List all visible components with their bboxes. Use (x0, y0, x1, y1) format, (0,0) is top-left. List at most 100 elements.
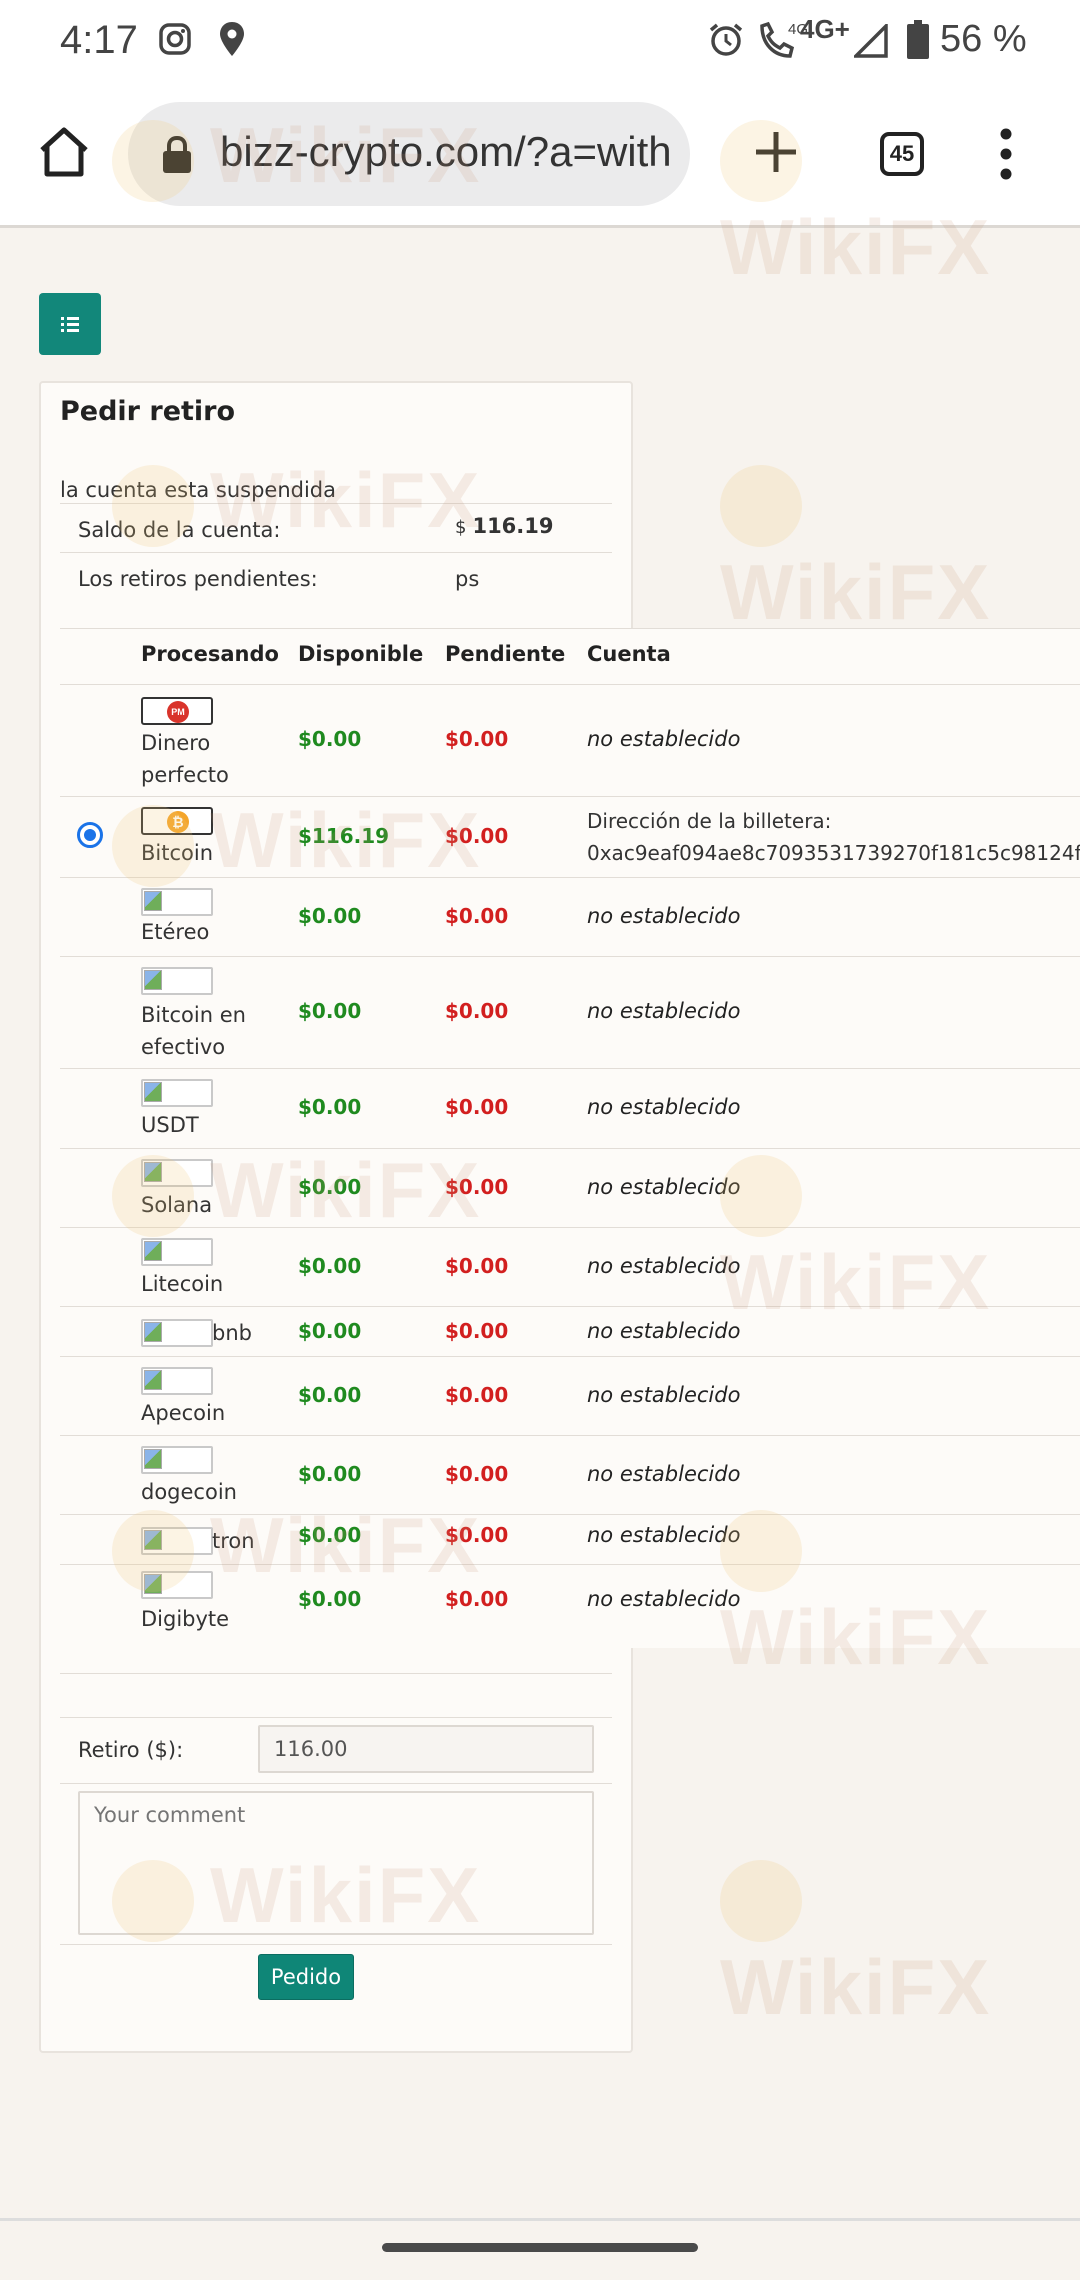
withdraw-amount-input[interactable] (258, 1725, 594, 1773)
method-name: tron (212, 1529, 255, 1553)
home-icon[interactable] (38, 126, 90, 178)
method-account: no establecido (587, 904, 741, 928)
column-header-pending: Pendiente (445, 642, 566, 666)
table-row[interactable]: Bitcoin en efectivo $0.00 $0.00 no estab… (60, 956, 1080, 1068)
method-pending: $0.00 (445, 1319, 509, 1343)
method-pending: $0.00 (445, 727, 509, 751)
bnb-logo-broken (141, 1319, 213, 1347)
method-available: $0.00 (298, 1523, 362, 1547)
bitcoin-cash-logo-broken (141, 967, 213, 995)
table-row[interactable]: Etéreo $0.00 $0.00 no establecido (60, 877, 1080, 956)
signal-icon (854, 24, 888, 58)
method-available: $0.00 (298, 1462, 362, 1486)
table-row[interactable]: Solana $0.00 $0.00 no establecido (60, 1148, 1080, 1227)
battery-icon (907, 20, 929, 59)
instagram-icon (159, 23, 191, 55)
lock-icon (163, 136, 191, 173)
method-account: no establecido (587, 727, 741, 751)
comment-textarea[interactable] (78, 1791, 594, 1935)
divider (60, 552, 612, 553)
column-header-account: Cuenta (587, 642, 671, 666)
method-name: Etéreo (141, 920, 210, 944)
perfect-money-icon: PM (167, 701, 189, 723)
withdraw-amount-label: Retiro ($): (78, 1738, 184, 1762)
perfect-money-logo: PM (141, 697, 213, 725)
usdt-logo-broken (141, 1079, 213, 1107)
table-row[interactable]: ₿ Bitcoin $116.19 $0.00 Dirección de la … (60, 796, 1080, 877)
wikifx-logo-icon (720, 465, 802, 548)
method-pending: $0.00 (445, 999, 509, 1023)
pending-withdrawals-value: ps (455, 567, 480, 591)
method-available: $0.00 (298, 1587, 362, 1611)
balance-label: Saldo de la cuenta: (78, 518, 281, 542)
wallet-address: 0xac9eaf094ae8c7093531739270f181c5c98124… (587, 841, 1080, 865)
solana-logo-broken (141, 1159, 213, 1187)
alarm-icon (709, 23, 743, 56)
wikifx-logo-icon (720, 1860, 802, 1943)
table-row[interactable]: dogecoin $0.00 $0.00 no establecido (60, 1435, 1080, 1514)
method-name: bnb (212, 1321, 252, 1345)
submit-withdraw-button[interactable]: Pedido (258, 1954, 354, 2000)
method-available: $0.00 (298, 1319, 362, 1343)
method-available: $0.00 (298, 1254, 362, 1278)
table-row[interactable]: bnb $0.00 $0.00 no establecido (60, 1306, 1080, 1356)
wallet-address-label: Dirección de la billetera: (587, 809, 832, 833)
address-bar[interactable]: bizz-crypto.com/?a=withdraw (128, 102, 690, 206)
method-name: Solana (141, 1193, 213, 1217)
gesture-handle[interactable] (382, 2243, 698, 2252)
table-row[interactable]: Litecoin $0.00 $0.00 no establecido (60, 1227, 1080, 1306)
watermark-text: WikiFX (720, 1943, 992, 2032)
battery-percent: 56 % (940, 18, 1027, 60)
method-available: $0.00 (298, 1175, 362, 1199)
balance-amount: 116.19 (472, 514, 554, 538)
status-bar: 4:17 4G 4G+ 56 % (0, 0, 1080, 82)
method-pending: $0.00 (445, 824, 509, 848)
method-account: no establecido (587, 1383, 741, 1407)
list-icon (61, 317, 79, 332)
method-account: no establecido (587, 1319, 741, 1343)
plus-icon[interactable] (752, 128, 800, 176)
divider (60, 628, 1080, 629)
balance-currency: $ (455, 517, 467, 538)
method-account: no establecido (587, 1587, 741, 1611)
tron-logo-broken (141, 1527, 213, 1555)
table-row[interactable]: PM Dinero perfecto $0.00 $0.00 no establ… (60, 684, 1080, 796)
watermark-text: WikiFX (720, 548, 992, 637)
table-row[interactable]: Digibyte $0.00 $0.00 no establecido (60, 1564, 1080, 1646)
method-account: no establecido (587, 1523, 741, 1547)
bottom-divider (0, 2218, 1080, 2221)
method-name: Bitcoin en efectivo (141, 1003, 246, 1059)
table-row[interactable]: Apecoin $0.00 $0.00 no establecido (60, 1356, 1080, 1435)
ethereum-logo-broken (141, 888, 213, 916)
method-available: $0.00 (298, 1095, 362, 1119)
method-account: no establecido (587, 1462, 741, 1486)
digibyte-logo-broken (141, 1571, 213, 1599)
divider (60, 1783, 612, 1784)
method-name: Digibyte (141, 1607, 230, 1631)
watermark: WikiFX (720, 455, 1080, 638)
account-suspended-notice: la cuenta esta suspendida (60, 478, 336, 502)
method-pending: $0.00 (445, 1383, 509, 1407)
table-row[interactable]: USDT $0.00 $0.00 no establecido (60, 1068, 1080, 1148)
method-account: no establecido (587, 999, 741, 1023)
litecoin-logo-broken (141, 1238, 213, 1266)
balance-value: $116.19 (455, 514, 554, 538)
method-pending: $0.00 (445, 1095, 509, 1119)
method-name: Apecoin (141, 1401, 226, 1425)
method-name: dogecoin (141, 1480, 237, 1504)
more-vert-icon[interactable] (996, 126, 1016, 182)
divider (60, 1673, 612, 1674)
method-name: USDT (141, 1113, 199, 1137)
pending-withdrawals-label: Los retiros pendientes: (78, 567, 318, 591)
method-account: no establecido (587, 1254, 741, 1278)
tabs-count-button[interactable]: 45 (880, 132, 924, 176)
method-name: Litecoin (141, 1272, 224, 1296)
method-pending: $0.00 (445, 1587, 509, 1611)
bitcoin-icon: ₿ (167, 811, 189, 833)
table-row[interactable]: tron $0.00 $0.00 no establecido (60, 1514, 1080, 1564)
sidebar-toggle-button[interactable] (39, 293, 101, 355)
method-available: $0.00 (298, 904, 362, 928)
divider (60, 1717, 612, 1718)
method-radio-selected[interactable] (77, 822, 103, 848)
browser-toolbar: bizz-crypto.com/?a=withdraw 45 (0, 82, 1080, 228)
